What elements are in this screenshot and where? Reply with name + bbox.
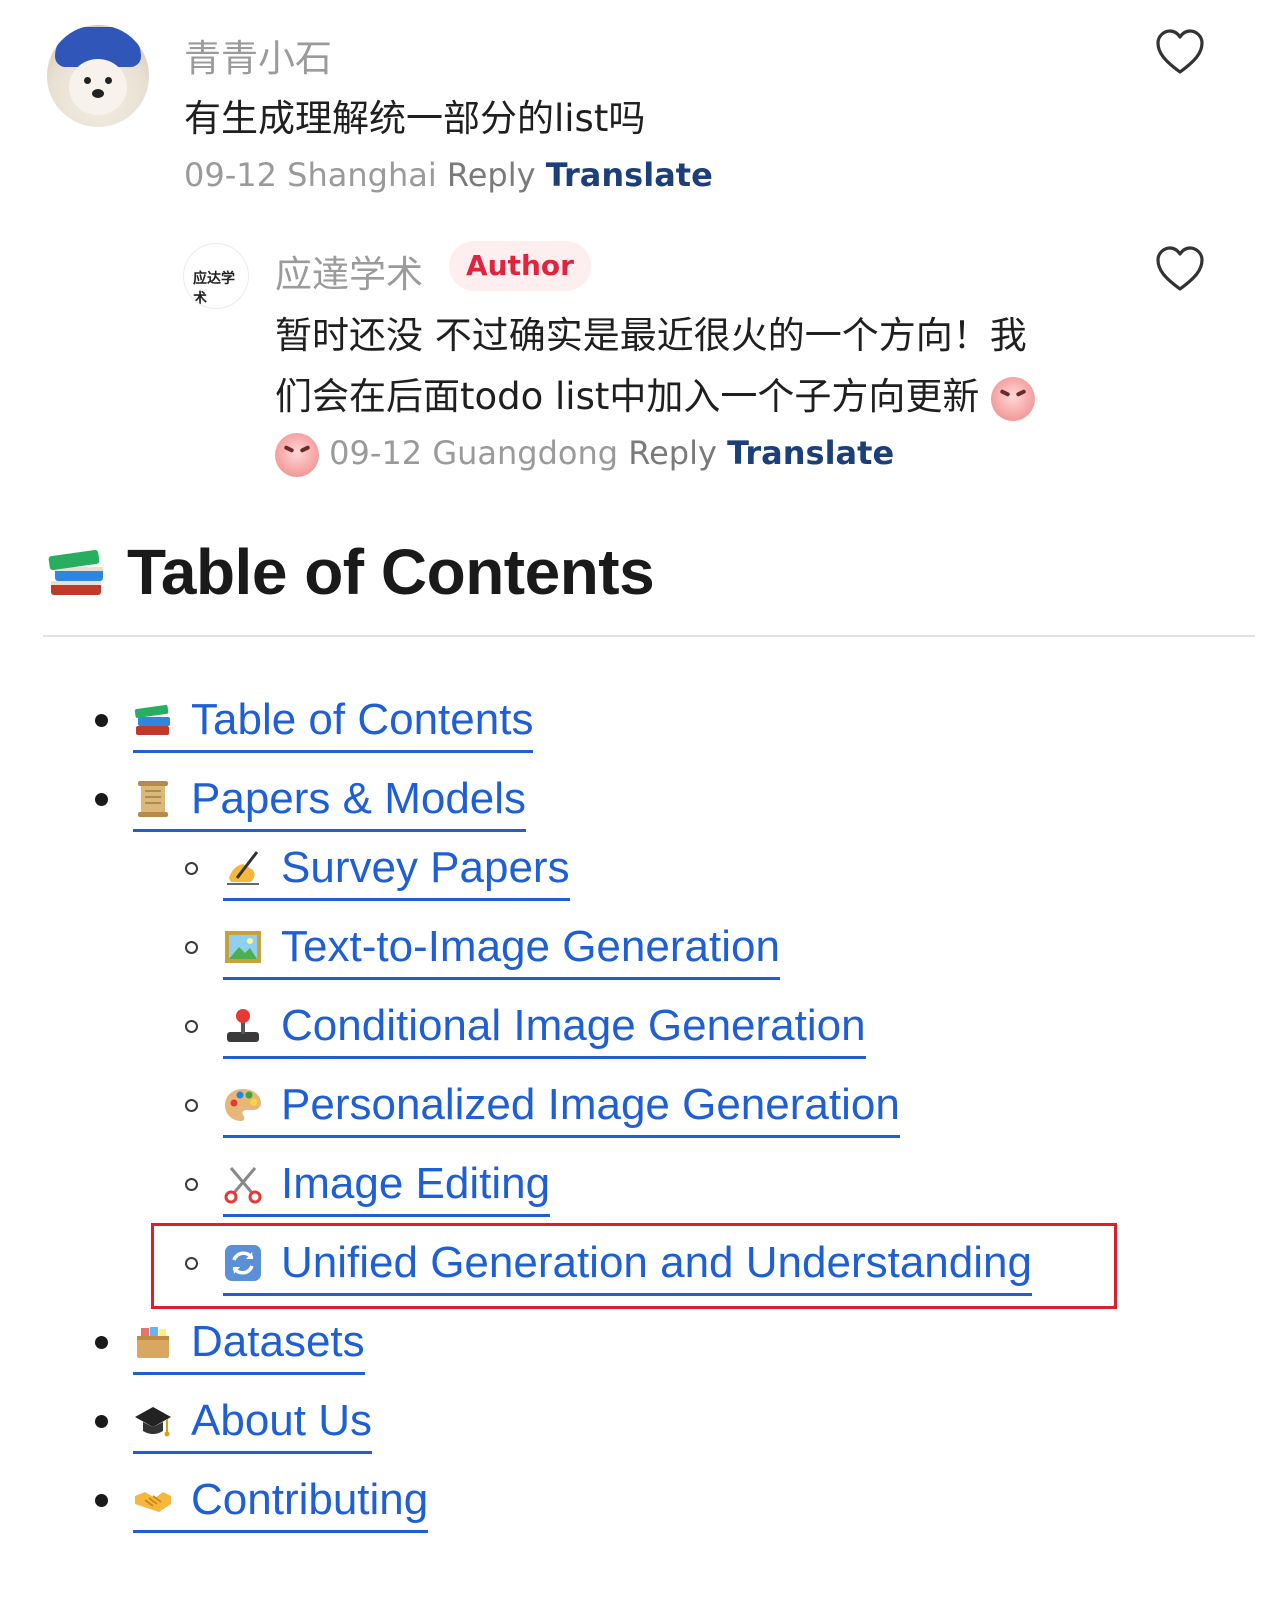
- books-icon: [134, 704, 170, 735]
- author-avatar[interactable]: 应达学术: [183, 243, 249, 309]
- graduation-cap-icon: [135, 1407, 171, 1437]
- toc-link-about-us[interactable]: About Us: [133, 1391, 372, 1454]
- bullet: [95, 1415, 108, 1428]
- toc-link-datasets[interactable]: Datasets: [133, 1312, 365, 1375]
- books-icon: [48, 549, 103, 595]
- bullet: [95, 793, 108, 806]
- comment-username[interactable]: 青青小石: [184, 28, 332, 82]
- reply-text-line-2: 们会在后面todo list中加入一个子方向更新: [275, 366, 1036, 421]
- toc-link-label: Papers & Models: [191, 774, 527, 823]
- toc-link-label: About Us: [191, 1396, 372, 1445]
- bullet: [95, 1494, 108, 1507]
- bullet: [185, 941, 198, 954]
- translate-button[interactable]: Translate: [727, 434, 894, 472]
- toc-link-label: Contributing: [191, 1475, 429, 1524]
- joystick-icon: [227, 1009, 259, 1042]
- reply-text-line-2-text: 们会在后面todo list中加入一个子方向更新: [275, 375, 980, 418]
- toc-link-text-to-image[interactable]: Text-to-Image Generation: [223, 917, 780, 980]
- author-logo-text: 应达学术: [193, 271, 235, 307]
- bullet: [95, 1336, 108, 1349]
- palette-icon: [225, 1089, 261, 1121]
- toc-link-label: Conditional Image Generation: [281, 1001, 866, 1050]
- handshake-icon: [135, 1492, 171, 1512]
- comment-text: 有生成理解统一部分的list吗: [184, 97, 646, 140]
- bullet: [185, 1020, 198, 1033]
- toc-link-label: Survey Papers: [281, 843, 570, 892]
- scroll-icon: [138, 781, 168, 817]
- like-heart-icon[interactable]: [1155, 245, 1205, 295]
- toc-link-label: Text-to-Image Generation: [281, 922, 780, 971]
- highlight-annotation-box: [151, 1223, 1117, 1309]
- toc-link-conditional-image[interactable]: Conditional Image Generation: [223, 996, 866, 1059]
- laughing-sticker-icon: [275, 433, 319, 477]
- toc-link-label: Table of Contents: [191, 695, 534, 744]
- toc-link-papers-models[interactable]: Papers & Models: [133, 769, 527, 832]
- toc-link-label: Image Editing: [281, 1159, 551, 1208]
- bullet: [185, 1178, 198, 1191]
- toc-link-table-of-contents[interactable]: Table of Contents: [133, 690, 534, 753]
- toc-link-personalized-image[interactable]: Personalized Image Generation: [223, 1075, 900, 1138]
- heading-divider: [43, 635, 1255, 637]
- comment-meta: 09-12 Shanghai Reply Translate: [184, 156, 713, 194]
- toc-link-contributing[interactable]: Contributing: [133, 1470, 429, 1533]
- toc-link-label: Personalized Image Generation: [281, 1080, 900, 1129]
- translate-button[interactable]: Translate: [546, 156, 713, 194]
- comment-location: Shanghai: [287, 156, 437, 194]
- comment-date: 09-12: [184, 156, 277, 194]
- reply-location: Guangdong: [432, 434, 619, 472]
- toc-heading-title: Table of Contents: [127, 536, 655, 608]
- laughing-sticker-icon: [991, 376, 1036, 421]
- toc-link-label: Datasets: [191, 1317, 365, 1366]
- reply-username[interactable]: 应達学术: [275, 244, 423, 298]
- reply-button[interactable]: Reply: [447, 156, 536, 194]
- like-heart-icon[interactable]: [1155, 28, 1205, 78]
- author-badge: Author: [449, 241, 591, 291]
- avatar[interactable]: [47, 25, 149, 127]
- reply-text-line-1: 暂时还没 不过确实是最近很火的一个方向！我: [275, 314, 1027, 357]
- card-file-box-icon: [137, 1327, 169, 1358]
- toc-link-survey-papers[interactable]: Survey Papers: [223, 838, 570, 901]
- toc-link-image-editing[interactable]: Image Editing: [223, 1154, 551, 1217]
- reply-button[interactable]: Reply: [628, 434, 717, 472]
- reply-date: 09-12: [329, 434, 423, 472]
- bullet: [185, 1099, 198, 1112]
- bullet: [185, 862, 198, 875]
- reply-meta: 09-12 Guangdong Reply Translate: [275, 433, 894, 477]
- writing-hand-icon: [227, 851, 259, 885]
- framed-picture-icon: [225, 931, 261, 963]
- bullet: [95, 714, 108, 727]
- scissors-icon: [224, 1167, 262, 1204]
